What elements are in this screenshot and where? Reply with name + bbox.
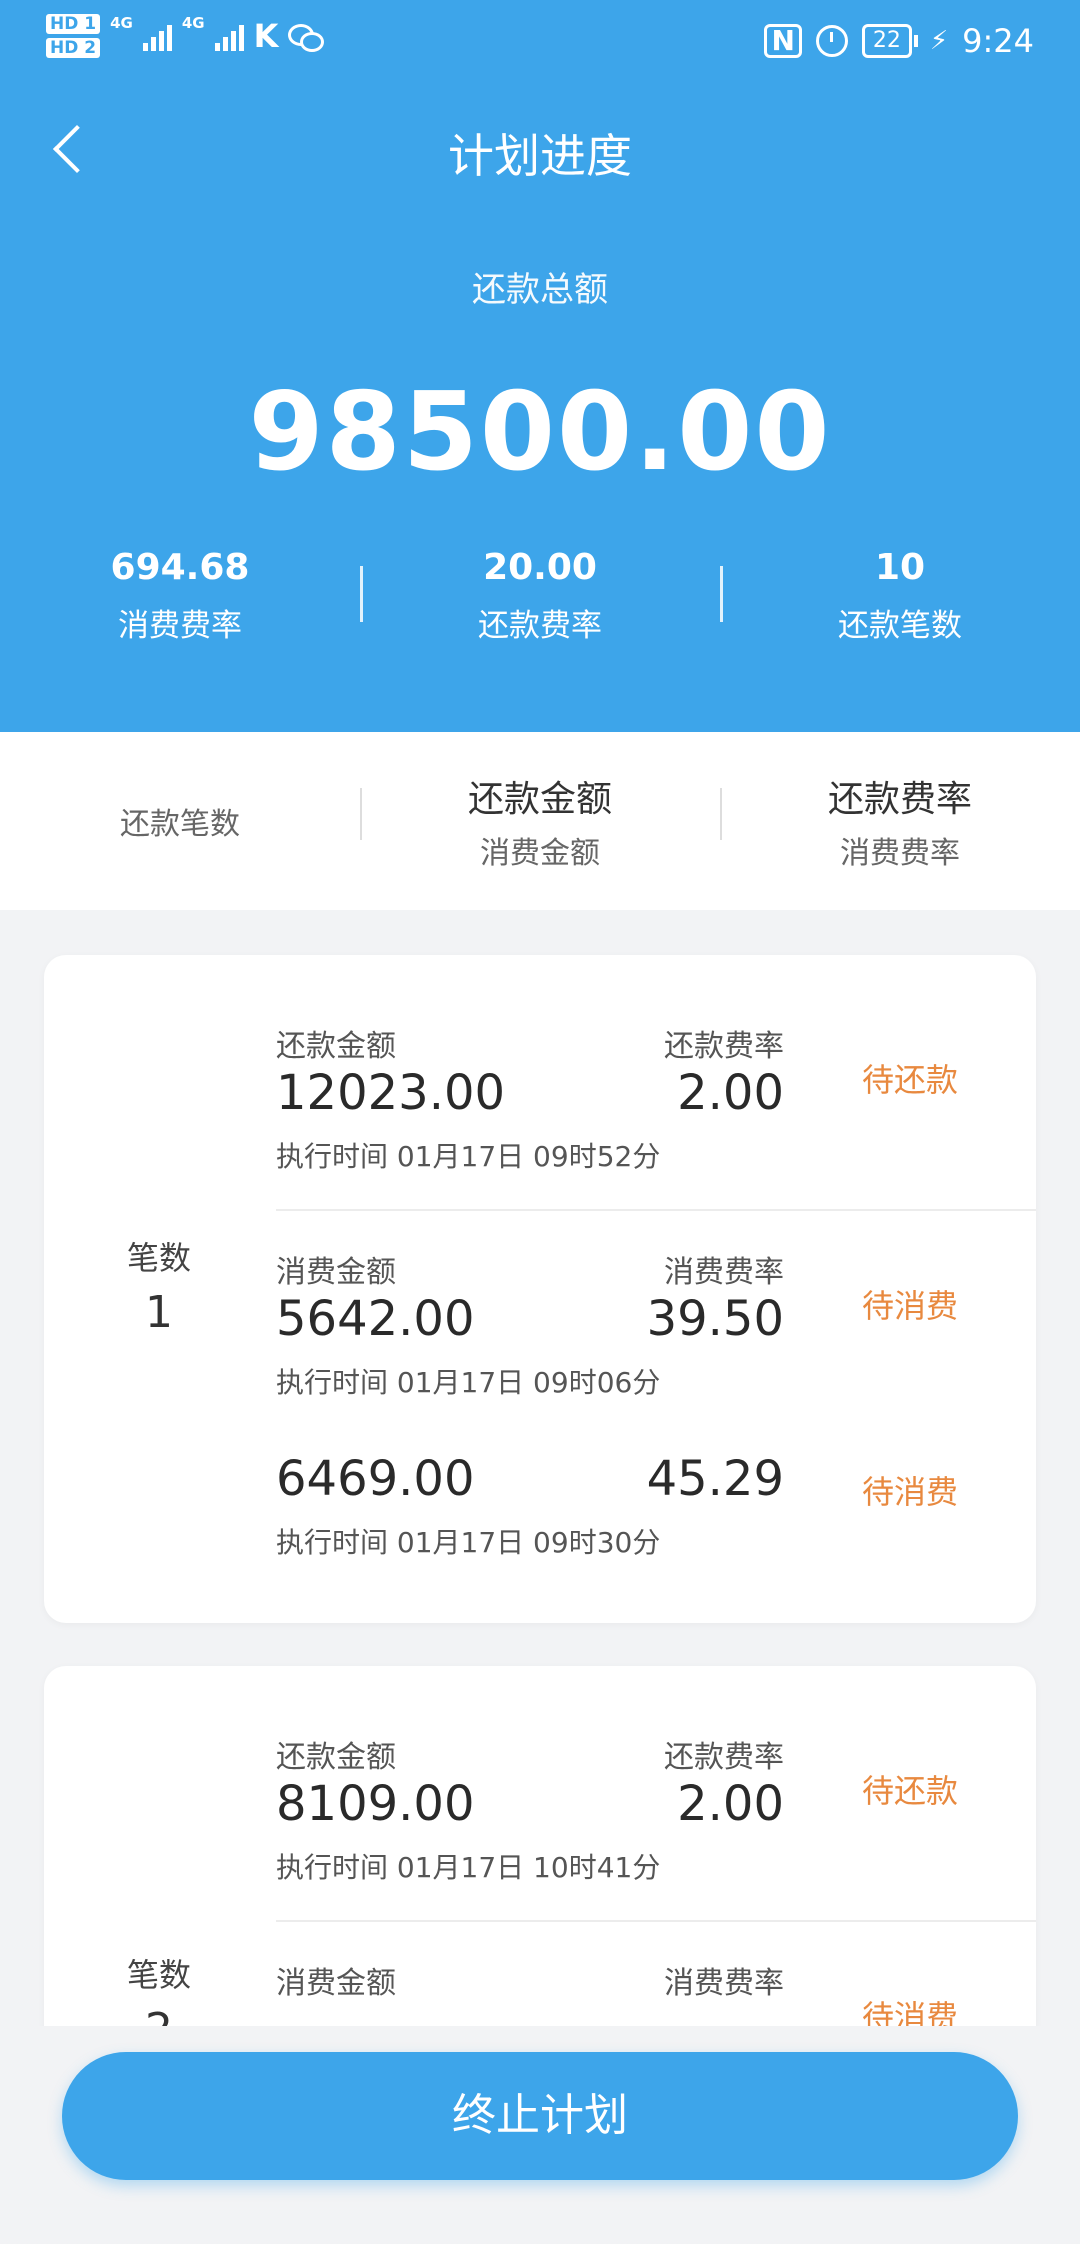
header-col-amount: 还款金额 消费金额 — [360, 770, 720, 872]
rate-label: 消费费率 — [664, 1255, 784, 1290]
signal-icon-2 — [214, 21, 244, 51]
battery-icon: 22 — [861, 24, 918, 58]
exec-time: 执行时间 01月17日 09时06分 — [276, 1366, 661, 1399]
total-label: 还款总额 — [472, 270, 608, 310]
count-block: 笔数 1 — [44, 1233, 274, 1338]
stat-value: 20.00 — [483, 547, 597, 588]
exec-time: 执行时间 01月17日 10时41分 — [276, 1851, 661, 1884]
nfc-icon: N — [764, 24, 802, 58]
header-amount-sub: 消费金额 — [480, 836, 600, 871]
header-col-count: 还款笔数 — [0, 799, 360, 843]
page-title: 计划进度 — [448, 129, 632, 183]
stat-repay-count: 10 还款笔数 — [720, 540, 1080, 660]
alarm-icon — [815, 25, 848, 57]
status-right: N 22 ⚡ 9:24 — [764, 22, 1034, 60]
divider — [276, 1920, 1036, 1922]
divider — [276, 1209, 1036, 1211]
hd-indicators: HD 1 HD 2 — [46, 14, 101, 58]
stat-label: 消费费率 — [118, 608, 242, 644]
total-amount: 98500.00 — [248, 370, 832, 495]
count-label: 笔数 — [126, 1239, 191, 1277]
network-type-1: 4G — [110, 14, 133, 32]
stop-plan-button[interactable]: 终止计划 — [62, 2052, 1018, 2180]
k-app-icon: K — [253, 17, 279, 55]
stat-value: 694.68 — [110, 547, 250, 588]
status-left: HD 1 HD 2 4G 4G K — [46, 14, 325, 58]
rate-label: 还款费率 — [664, 1029, 784, 1064]
summary-header: HD 1 HD 2 4G 4G K N 22 ⚡ 9:24 计划进度 还款总额 … — [0, 0, 1080, 732]
status-badge: 待消费 — [861, 1287, 958, 1325]
stat-label: 还款费率 — [478, 608, 602, 644]
wechat-icon — [288, 22, 325, 52]
plan-card-1: 笔数 1 还款金额 还款费率 12023.00 2.00 执行时间 01月17日… — [44, 955, 1036, 1623]
signal-icon — [142, 21, 172, 51]
stat-value: 10 — [874, 547, 926, 588]
rate-label: 还款费率 — [664, 1740, 784, 1775]
rate-value: 2.00 — [677, 1065, 784, 1121]
status-bar: HD 1 HD 2 4G 4G K N 22 ⚡ 9:24 — [0, 0, 1080, 86]
amount-value: 5642.00 — [276, 1291, 475, 1347]
header-count-label: 还款笔数 — [120, 807, 240, 842]
status-badge: 待消费 — [861, 1473, 958, 1511]
header-col-rate: 还款费率 消费费率 — [720, 770, 1080, 872]
clock: 9:24 — [962, 22, 1034, 60]
amount-label: 消费金额 — [276, 1255, 396, 1290]
rate-value: 39.50 — [646, 1291, 784, 1347]
plan-card-2: 笔数 2 还款金额 还款费率 8109.00 2.00 执行时间 01月17日 … — [44, 1666, 1036, 2086]
header-amount-main: 还款金额 — [467, 779, 612, 820]
amount-label: 消费金额 — [276, 1966, 396, 2001]
exec-time: 执行时间 01月17日 09时30分 — [276, 1526, 661, 1559]
amount-label: 还款金额 — [276, 1740, 396, 1775]
header-rate-sub: 消费费率 — [840, 836, 960, 871]
stat-consume-fee: 694.68 消费费率 — [0, 540, 360, 660]
amount-value: 12023.00 — [276, 1065, 506, 1121]
hd1-badge: HD 1 — [46, 14, 101, 34]
amount-value: 6469.00 — [276, 1451, 475, 1507]
amount-label: 还款金额 — [276, 1029, 396, 1064]
network-type-2: 4G — [181, 14, 205, 32]
rate-value: 2.00 — [677, 1776, 784, 1832]
amount-value: 8109.00 — [276, 1776, 475, 1832]
count-label: 笔数 — [126, 1956, 191, 1994]
nav-bar: 计划进度 — [0, 110, 1080, 190]
status-badge: 待还款 — [861, 1061, 958, 1099]
stats-row: 694.68 消费费率 20.00 还款费率 10 还款笔数 — [0, 540, 1080, 660]
rate-label: 消费费率 — [664, 1966, 784, 2001]
status-badge: 待还款 — [861, 1772, 958, 1810]
header-rate-main: 还款费率 — [827, 779, 972, 820]
count-number: 1 — [145, 1287, 173, 1338]
charging-icon: ⚡ — [929, 26, 949, 56]
stat-label: 还款笔数 — [838, 608, 962, 644]
rate-value: 45.29 — [646, 1451, 784, 1507]
table-header: 还款笔数 还款金额 消费金额 还款费率 消费费率 — [0, 732, 1080, 910]
hd2-badge: HD 2 — [46, 38, 101, 58]
exec-time: 执行时间 01月17日 09时52分 — [276, 1140, 661, 1173]
stat-repay-fee: 20.00 还款费率 — [360, 540, 720, 660]
